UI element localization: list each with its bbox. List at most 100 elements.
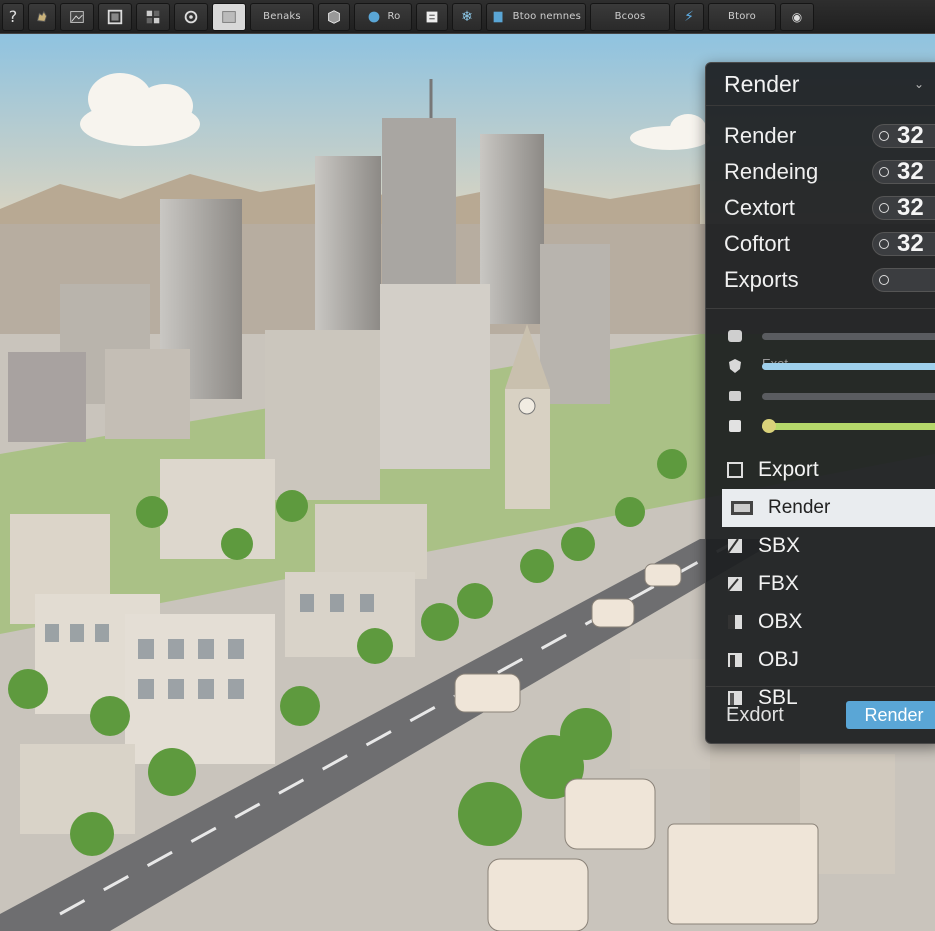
bcoos-button[interactable]: Bcoos <box>590 2 670 31</box>
window-icon <box>731 501 753 515</box>
prop-label: Render <box>724 123 797 148</box>
spinner-dot-icon <box>879 131 889 141</box>
cube-icon <box>328 9 340 24</box>
slider-row <box>706 321 935 351</box>
file-icon <box>727 538 742 554</box>
question-icon: ? <box>8 7 18 26</box>
render-icon <box>369 11 380 22</box>
grid-tool-button[interactable] <box>136 2 170 31</box>
btoro-label: Btoro <box>728 11 756 22</box>
format-item-obj[interactable]: OBJ <box>706 641 935 679</box>
eye-icon: ◉ <box>791 9 803 24</box>
slider-row <box>706 381 935 411</box>
prop-label: Coftort <box>724 231 791 256</box>
cube-button[interactable] <box>318 2 350 31</box>
benaks-label: Benaks <box>263 11 301 22</box>
value-spinner[interactable]: 32 <box>872 158 935 185</box>
viewport-icon <box>222 10 236 23</box>
format-label: OBX <box>758 610 803 633</box>
snowflake-button[interactable]: ❄ <box>452 2 482 31</box>
render-tool-label: Ro <box>387 11 401 22</box>
prop-label: Exports <box>724 267 799 292</box>
frame-tool-button[interactable] <box>98 2 132 31</box>
prop-row-rendeing: Rendeing 32 <box>706 154 935 190</box>
format-label: Render <box>768 497 831 518</box>
lightning-icon: ⚡ <box>684 8 694 25</box>
render-panel: Render ⌄ Render 32 Rendeing 32 Cextort 3… <box>705 62 935 744</box>
slider-track[interactable] <box>762 418 935 433</box>
prop-label: Rendeing <box>724 159 819 184</box>
spinner-value: 32 <box>897 230 924 257</box>
camera-icon <box>184 10 198 23</box>
card-icon <box>729 420 741 432</box>
btoro-button[interactable]: Btoro <box>708 2 776 31</box>
camera-button[interactable] <box>174 2 208 31</box>
render-button[interactable]: Render <box>846 701 935 729</box>
frame-icon <box>107 9 123 24</box>
format-item-export[interactable]: Export <box>706 451 935 489</box>
file-icon <box>728 653 742 667</box>
swatch-icon <box>728 330 742 342</box>
export-tool-label: Btoo nemnes <box>512 11 581 22</box>
panel-footer: Exdort Render <box>706 686 935 743</box>
spinner-dot-icon <box>879 167 889 177</box>
spinner-value: 32 <box>897 122 924 149</box>
image-tool-button[interactable] <box>60 2 94 31</box>
spinner-value: 32 <box>897 194 924 221</box>
value-spinner[interactable]: 32 <box>872 194 935 221</box>
value-spinner[interactable]: 32 <box>872 122 935 149</box>
file-icon <box>728 615 742 629</box>
format-item-obx[interactable]: OBX <box>706 603 935 641</box>
slider-track[interactable] <box>762 332 935 340</box>
format-label: Export <box>758 458 819 481</box>
help-button[interactable]: ? <box>2 2 24 31</box>
checkbox-icon <box>727 462 743 478</box>
bcoos-label: Bcoos <box>614 11 646 22</box>
spinner-dot-icon <box>879 239 889 249</box>
benaks-button[interactable]: Benaks <box>250 2 314 31</box>
node-button[interactable] <box>416 2 448 31</box>
chevron-down-icon[interactable]: ⌄ <box>914 77 924 91</box>
slider-track[interactable] <box>762 392 935 400</box>
slider-row <box>706 411 935 441</box>
hand-icon <box>36 10 47 22</box>
format-item-render[interactable]: Render <box>722 489 935 527</box>
export-tool-button[interactable]: Btoo nemnes <box>486 2 586 31</box>
spinner-dot-icon <box>879 203 889 213</box>
link-icon <box>729 391 741 401</box>
panel-header: Render ⌄ <box>706 63 935 106</box>
prop-row-exports: Exports <box>706 262 935 298</box>
main-toolbar: ? Benaks Ro ❄ Btoo nemnes Bcoos ⚡ Btoro … <box>0 0 935 34</box>
format-item-sbx[interactable]: SBX <box>706 527 935 565</box>
slider-list: Exot <box>706 321 935 441</box>
value-spinner[interactable]: 32 <box>872 230 935 257</box>
file-icon <box>727 577 742 592</box>
prop-label: Cextort <box>724 195 795 220</box>
format-item-fbx[interactable]: FBX <box>706 565 935 603</box>
format-list: Export Render SBX FBX OBX OBJ SBL <box>706 451 935 717</box>
format-label: FBX <box>758 572 799 595</box>
divider <box>706 308 935 309</box>
snowflake-icon: ❄ <box>461 8 473 25</box>
prop-row-render: Render 32 <box>706 118 935 154</box>
property-list: Render 32 Rendeing 32 Cextort 32 Coftort… <box>706 106 935 298</box>
prop-row-cextort: Cextort 32 <box>706 190 935 226</box>
node-icon <box>426 11 438 22</box>
value-spinner[interactable] <box>872 268 935 292</box>
spinner-dot-icon <box>879 275 889 285</box>
eye-button[interactable]: ◉ <box>780 2 814 31</box>
panel-title: Render <box>724 70 800 97</box>
slider-track[interactable]: Exot <box>762 356 935 371</box>
slider-row: Exot <box>706 351 935 381</box>
spinner-value: 32 <box>897 158 924 185</box>
pan-tool-button[interactable] <box>28 2 56 31</box>
format-label: SBX <box>758 534 801 557</box>
format-label: OBJ <box>758 648 799 671</box>
lightning-button[interactable]: ⚡ <box>674 2 704 31</box>
slider-fill <box>762 422 935 430</box>
render-tool-button[interactable]: Ro <box>354 2 412 31</box>
slider-knob[interactable] <box>762 418 776 433</box>
export-label: Exdort <box>726 703 784 726</box>
export-icon <box>493 11 503 22</box>
viewport-button[interactable] <box>212 2 246 31</box>
